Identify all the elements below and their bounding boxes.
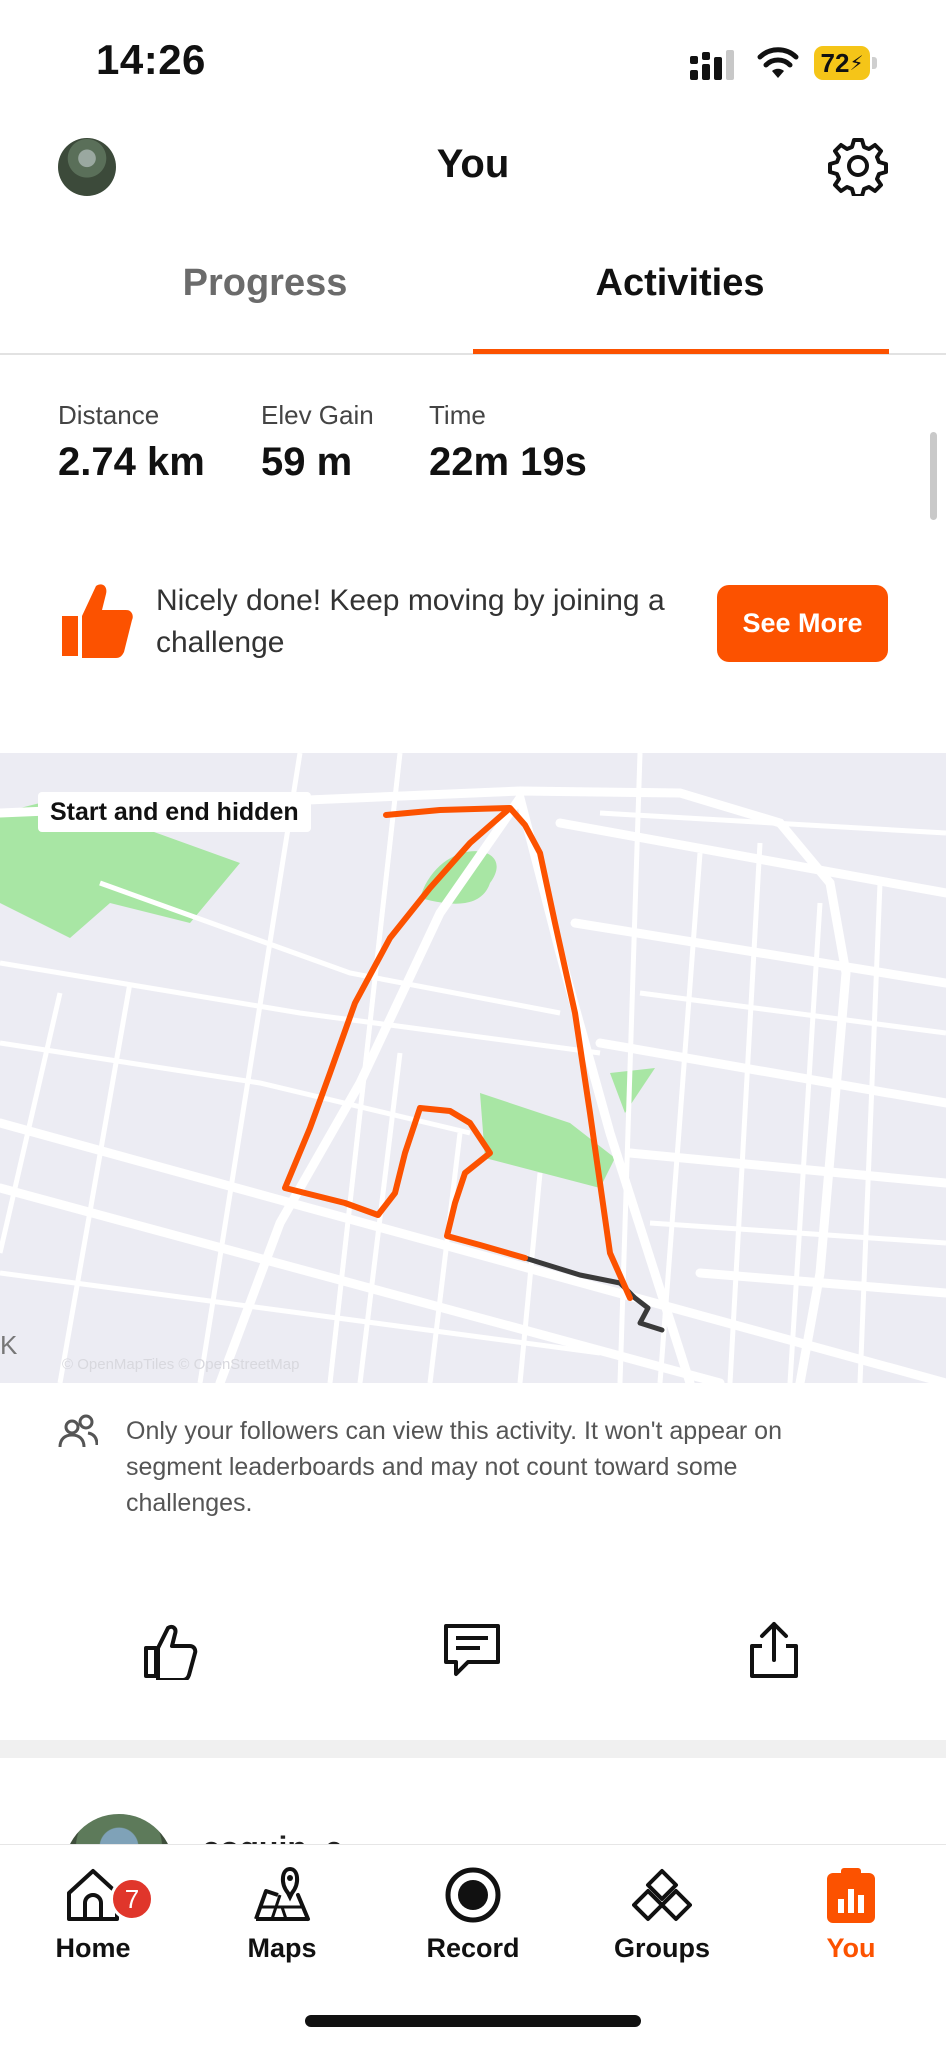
record-icon [445, 1867, 501, 1923]
activity-map[interactable] [0, 753, 946, 1383]
status-time: 14:26 [96, 36, 206, 83]
nav-home[interactable]: 7 Home [18, 1865, 168, 1964]
you-icon [827, 1868, 875, 1923]
thumbs-up-icon [62, 584, 133, 658]
challenge-message: Nicely done! Keep moving by joining a ch… [156, 584, 665, 659]
thumbs-up-icon[interactable] [140, 1620, 200, 1680]
tab-activities[interactable]: Activities [560, 262, 800, 305]
battery-level: 72 [820, 47, 850, 78]
share-icon[interactable] [744, 1620, 804, 1680]
stat-distance-label: Distance [58, 400, 160, 430]
wifi-icon [757, 47, 799, 78]
home-indicator[interactable] [305, 2015, 641, 2027]
stat-time-label: Time [429, 400, 486, 430]
nav-record-label: Record [426, 1933, 520, 1963]
see-more-button[interactable]: See More [717, 585, 888, 662]
stat-elev-label: Elev Gain [261, 400, 374, 430]
tab-progress[interactable]: Progress [140, 262, 390, 305]
stat-distance-value: 2.74 km [58, 440, 205, 484]
scrollbar[interactable] [930, 432, 937, 520]
battery-icon: 72 ⚡ [814, 46, 878, 80]
stat-time-value: 22m 19s [429, 440, 587, 484]
groups-icon [632, 1869, 692, 1921]
cellular-signal-icon [690, 50, 734, 80]
nav-you[interactable]: You [776, 1865, 926, 1964]
map-attribution: © OpenMapTiles © OpenStreetMap [62, 1356, 300, 1373]
maps-icon [254, 1866, 310, 1921]
page-title: You [436, 142, 510, 186]
gear-icon[interactable] [828, 136, 888, 196]
nav-maps-label: Maps [247, 1933, 317, 1963]
stat-elev-value: 59 m [261, 440, 353, 484]
nav-home-label: Home [55, 1933, 131, 1963]
nav-groups-label: Groups [613, 1933, 710, 1963]
active-tab-indicator [473, 349, 889, 354]
comment-icon[interactable] [442, 1620, 502, 1680]
notification-badge: 7 [110, 1877, 154, 1921]
followers-icon [58, 1414, 98, 1448]
nav-maps[interactable]: Maps [207, 1865, 357, 1964]
section-divider [0, 1740, 946, 1758]
privacy-badge: Start and end hidden [38, 792, 311, 832]
nav-you-label: You [826, 1933, 876, 1963]
nav-groups[interactable]: Groups [587, 1865, 737, 1964]
nav-record[interactable]: Record [398, 1865, 548, 1964]
privacy-note: Only your followers can view this activi… [126, 1417, 782, 1517]
map-edge-label: K [0, 1330, 18, 1360]
